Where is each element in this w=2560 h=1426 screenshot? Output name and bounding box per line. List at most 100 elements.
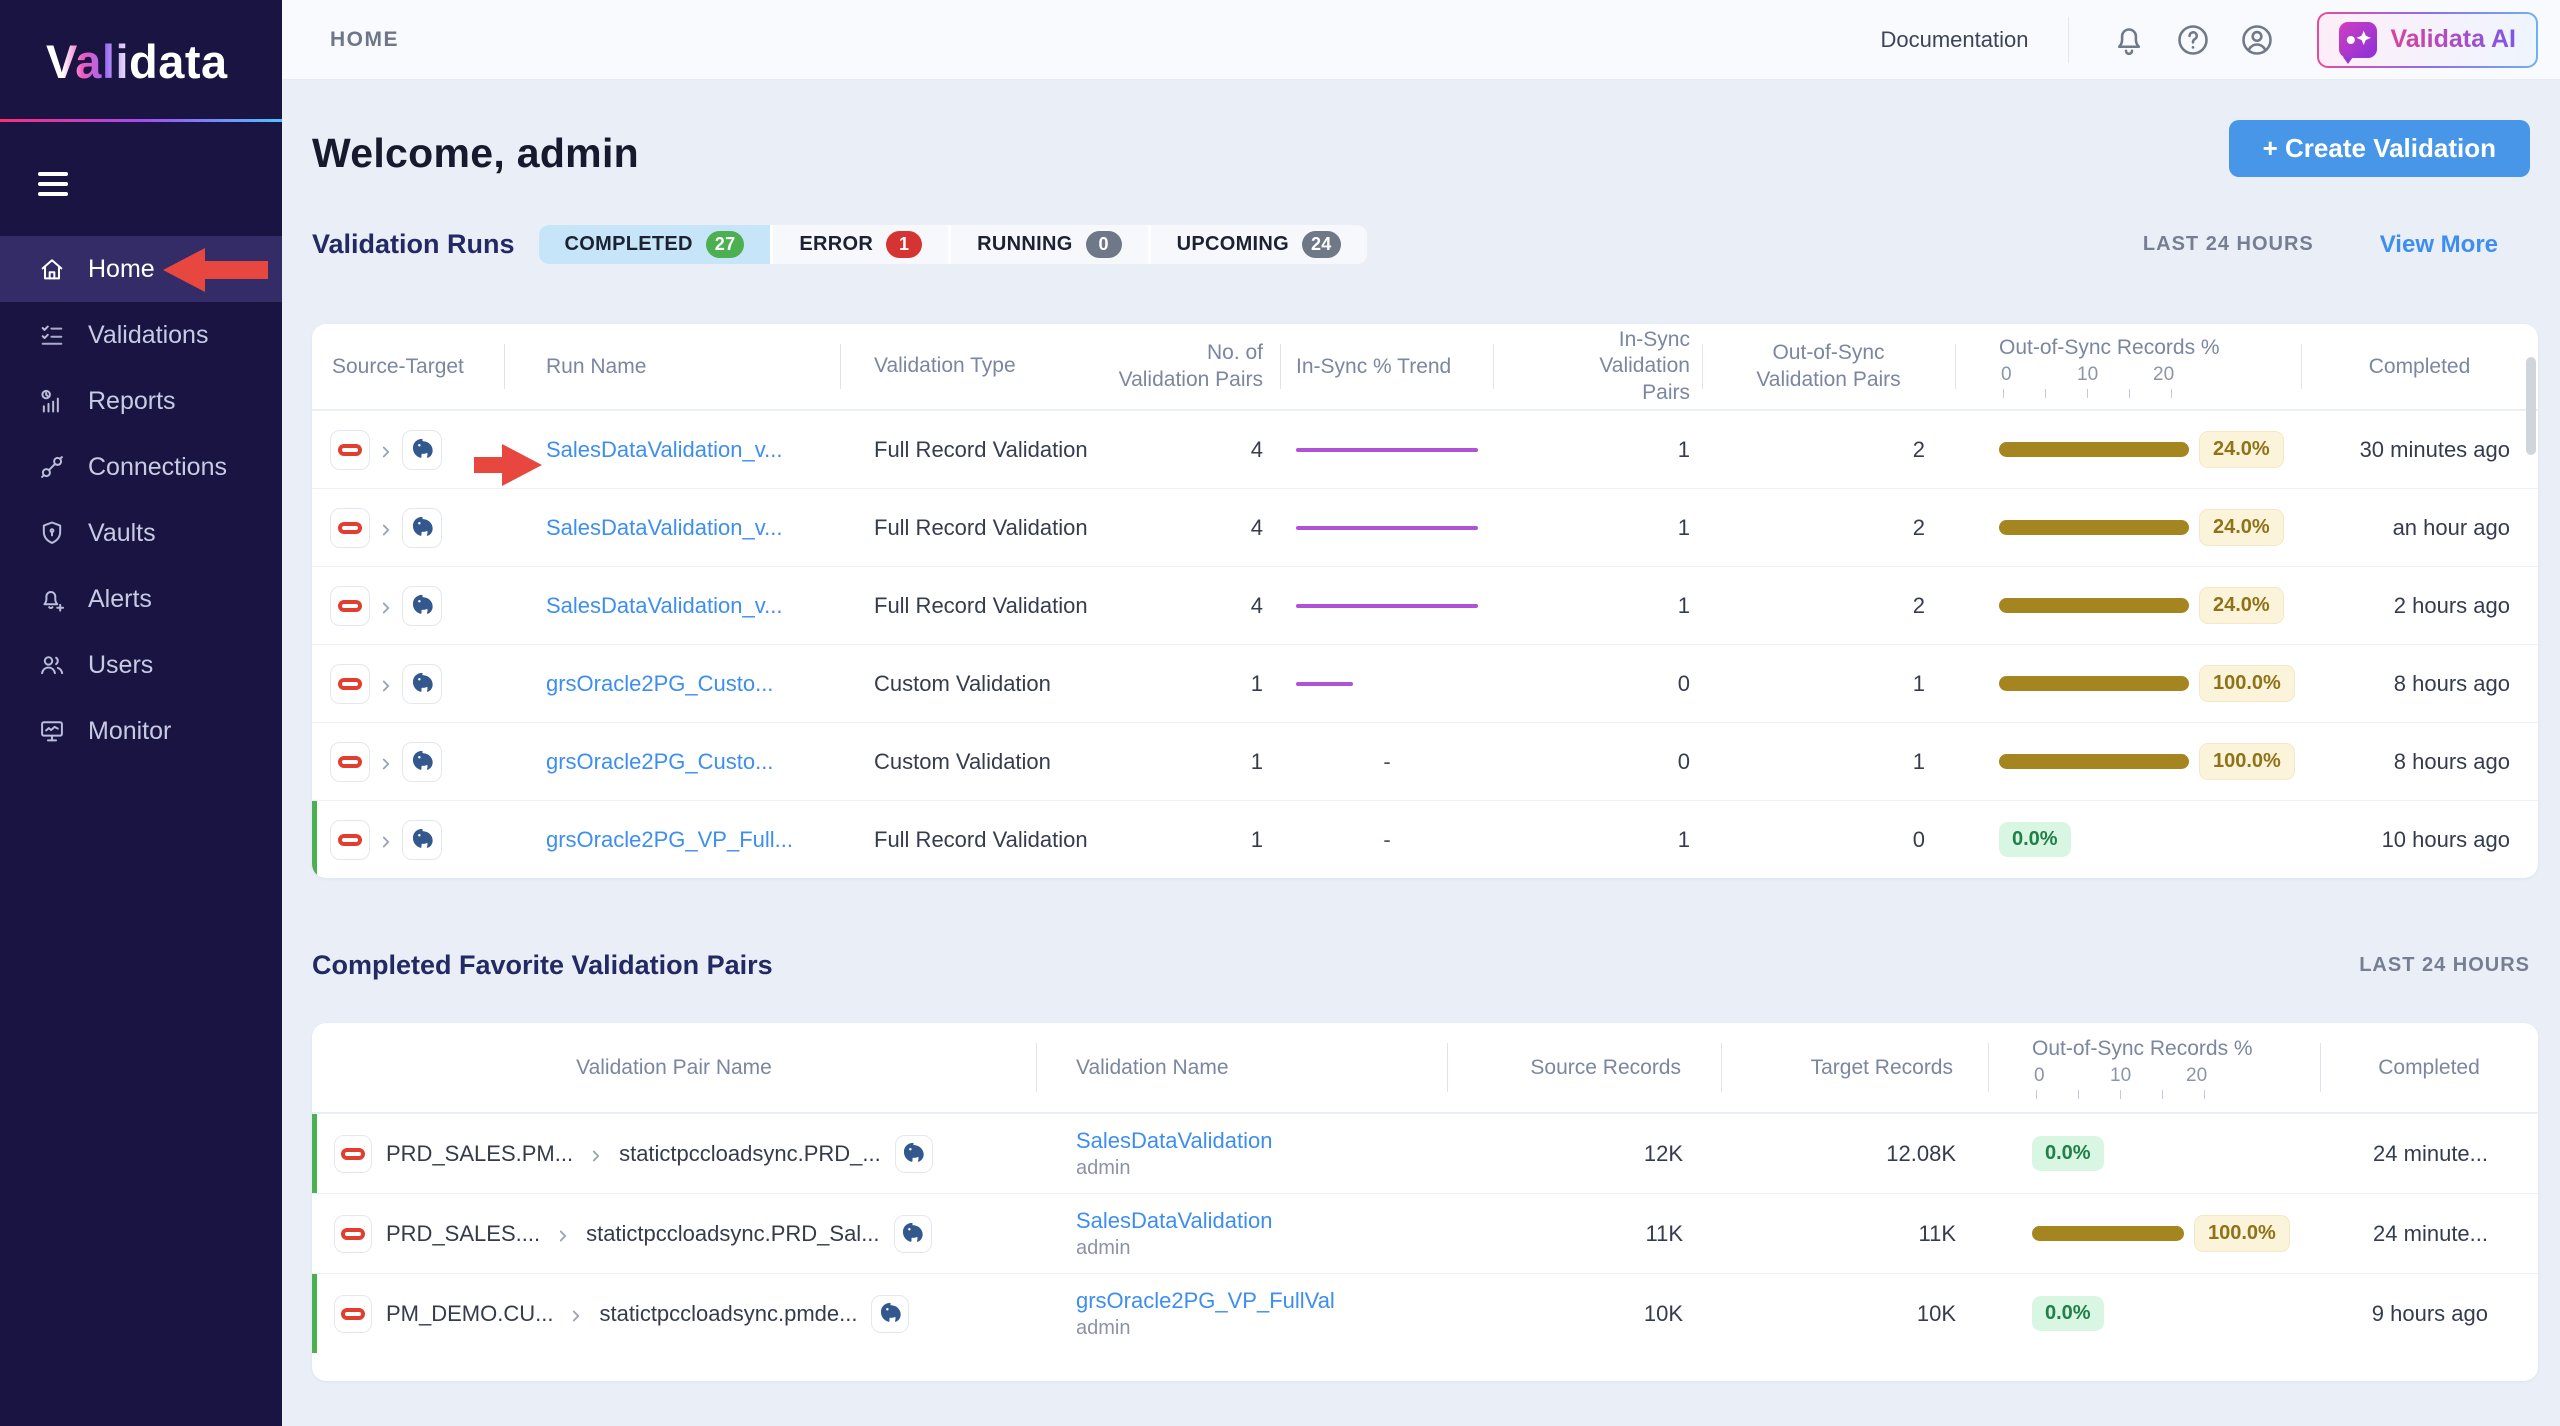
chevron-right-icon xyxy=(377,831,395,849)
running-count-badge: 0 xyxy=(1086,231,1122,258)
table-row[interactable]: grsOracle2PG_Custo... Custom Validation … xyxy=(312,722,2538,800)
sidebar-item-monitor[interactable]: Monitor xyxy=(0,698,282,764)
oracle-icon xyxy=(334,1135,372,1173)
sidebar-item-label: Validations xyxy=(88,321,208,350)
validation-name-link[interactable]: SalesDataValidation xyxy=(1076,1208,1273,1234)
sidebar-item-users[interactable]: Users xyxy=(0,632,282,698)
scrollbar-thumb[interactable] xyxy=(2526,357,2536,455)
home-icon xyxy=(38,255,66,283)
validation-type: Custom Validation xyxy=(840,723,1090,800)
pairs-count: 1 xyxy=(1090,723,1280,800)
oracle-icon xyxy=(334,1215,372,1253)
view-more-link[interactable]: View More xyxy=(2380,231,2498,259)
run-name-link[interactable]: grsOracle2PG_VP_Full... xyxy=(504,801,840,878)
out-of-sync-pairs: 2 xyxy=(1702,567,1955,644)
col-in-sync-pairs: In-Sync Validation Pairs xyxy=(1493,324,1702,409)
tab-upcoming[interactable]: UPCOMING 24 xyxy=(1151,225,1367,264)
tab-error[interactable]: ERROR 1 xyxy=(773,225,951,264)
tab-running[interactable]: RUNNING 0 xyxy=(951,225,1150,264)
run-name-link[interactable]: SalesDataValidation_v... xyxy=(504,411,840,488)
tab-label: RUNNING xyxy=(977,233,1072,256)
in-sync-trend-dash: - xyxy=(1280,723,1493,800)
pair-name-cell: PRD_SALES.... statictpccloadsync.PRD_Sal… xyxy=(312,1194,1036,1273)
time-range-label: LAST 24 HOURS xyxy=(2143,233,2314,256)
source-records: 11K xyxy=(1447,1194,1721,1273)
col-oos-records-pct: Out-of-Sync Records % 0 10 20 xyxy=(1988,1023,2320,1112)
topbar: HOME Documentation Validata AI xyxy=(282,0,2560,80)
sidebar-item-alerts[interactable]: Alerts xyxy=(0,566,282,632)
validation-type: Full Record Validation xyxy=(840,801,1090,878)
validation-runs-table: Source-Target Run Name Validation Type N… xyxy=(312,324,2538,878)
chevron-right-icon xyxy=(377,753,395,771)
oos-bar xyxy=(1999,442,2189,457)
validation-name-link[interactable]: grsOracle2PG_VP_FullVal xyxy=(1076,1288,1335,1314)
table-row[interactable]: PRD_SALES.PM... statictpccloadsync.PRD_.… xyxy=(312,1113,2538,1193)
pairs-count: 4 xyxy=(1090,411,1280,488)
sidebar-item-validations[interactable]: Validations xyxy=(0,302,282,368)
table-row[interactable]: SalesDataValidation_v... Full Record Val… xyxy=(312,566,2538,644)
pairs-count: 1 xyxy=(1090,801,1280,878)
validation-name-link[interactable]: SalesDataValidation xyxy=(1076,1128,1273,1154)
shield-icon xyxy=(38,519,66,547)
oos-pct-badge: 24.0% xyxy=(2199,587,2284,624)
completed-time: 2 hours ago xyxy=(2301,567,2538,644)
sidebar-item-reports[interactable]: Reports xyxy=(0,368,282,434)
notifications-bell-icon[interactable] xyxy=(2111,22,2147,58)
oos-records-cell: 100.0% xyxy=(1955,723,2301,800)
oracle-icon xyxy=(334,1295,372,1333)
table-row[interactable]: PM_DEMO.CU... statictpccloadsync.pmde...… xyxy=(312,1273,2538,1353)
validation-runs-header: Validation Runs COMPLETED 27 ERROR 1 RUN… xyxy=(312,225,2530,264)
pairs-count: 4 xyxy=(1090,567,1280,644)
col-in-sync-trend: In-Sync % Trend xyxy=(1280,324,1493,409)
oos-pct-badge: 24.0% xyxy=(2199,431,2284,468)
sidebar-item-label: Vaults xyxy=(88,519,156,548)
checklist-icon xyxy=(38,321,66,349)
oos-records-cell: 24.0% xyxy=(1955,567,2301,644)
oos-bar xyxy=(1999,676,2189,691)
favorites-title: Completed Favorite Validation Pairs xyxy=(312,950,773,981)
topbar-right: Documentation Validata AI xyxy=(1881,12,2560,68)
in-sync-pairs: 1 xyxy=(1493,567,1702,644)
sidebar-item-label: Connections xyxy=(88,453,227,482)
table-row[interactable]: grsOracle2PG_Custo... Custom Validation … xyxy=(312,644,2538,722)
account-icon[interactable] xyxy=(2239,22,2275,58)
source-target-cell xyxy=(312,489,504,566)
table-row[interactable]: SalesDataValidation_v... Full Record Val… xyxy=(312,410,2538,488)
in-sync-trend-sparkline xyxy=(1280,489,1493,566)
oos-records-cell: 24.0% xyxy=(1955,411,2301,488)
oos-bar xyxy=(1999,598,2189,613)
oracle-icon xyxy=(330,742,370,782)
oos-pct-axis: 0 10 20 xyxy=(1999,364,2191,398)
favorites-time-range-label: LAST 24 HOURS xyxy=(2359,954,2530,977)
postgresql-icon xyxy=(402,430,442,470)
oos-records-cell: 100.0% xyxy=(1955,645,2301,722)
completed-time: 8 hours ago xyxy=(2301,723,2538,800)
run-name-link[interactable]: SalesDataValidation_v... xyxy=(504,489,840,566)
in-sync-trend-sparkline xyxy=(1280,645,1493,722)
run-name-link[interactable]: grsOracle2PG_Custo... xyxy=(504,645,840,722)
validation-owner: admin xyxy=(1076,1317,1130,1340)
completed-time: an hour ago xyxy=(2301,489,2538,566)
documentation-link[interactable]: Documentation xyxy=(1881,27,2029,53)
sidebar-item-connections[interactable]: Connections xyxy=(0,434,282,500)
table-row[interactable]: grsOracle2PG_VP_Full... Full Record Vali… xyxy=(312,800,2538,878)
oos-records-cell: 100.0% xyxy=(1988,1194,2320,1273)
out-of-sync-pairs: 1 xyxy=(1702,645,1955,722)
target-pair-name: statictpccloadsync.PRD_Sal... xyxy=(586,1221,879,1247)
out-of-sync-pairs: 2 xyxy=(1702,411,1955,488)
run-name-link[interactable]: SalesDataValidation_v... xyxy=(504,567,840,644)
oos-pct-badge: 0.0% xyxy=(1999,822,2071,857)
hamburger-menu-icon[interactable] xyxy=(38,172,68,196)
create-validation-button[interactable]: + Create Validation xyxy=(2229,120,2530,177)
table-row[interactable]: PRD_SALES.... statictpccloadsync.PRD_Sal… xyxy=(312,1193,2538,1273)
validata-ai-button[interactable]: Validata AI xyxy=(2317,12,2538,68)
chevron-right-icon xyxy=(587,1145,605,1163)
table-row[interactable]: SalesDataValidation_v... Full Record Val… xyxy=(312,488,2538,566)
source-target-cell xyxy=(312,645,504,722)
sidebar-item-vaults[interactable]: Vaults xyxy=(0,500,282,566)
run-name-link[interactable]: grsOracle2PG_Custo... xyxy=(504,723,840,800)
tab-label: UPCOMING xyxy=(1177,233,1289,256)
help-icon[interactable] xyxy=(2175,22,2211,58)
tab-completed[interactable]: COMPLETED 27 xyxy=(539,225,774,264)
col-validation-name: Validation Name xyxy=(1036,1023,1447,1112)
